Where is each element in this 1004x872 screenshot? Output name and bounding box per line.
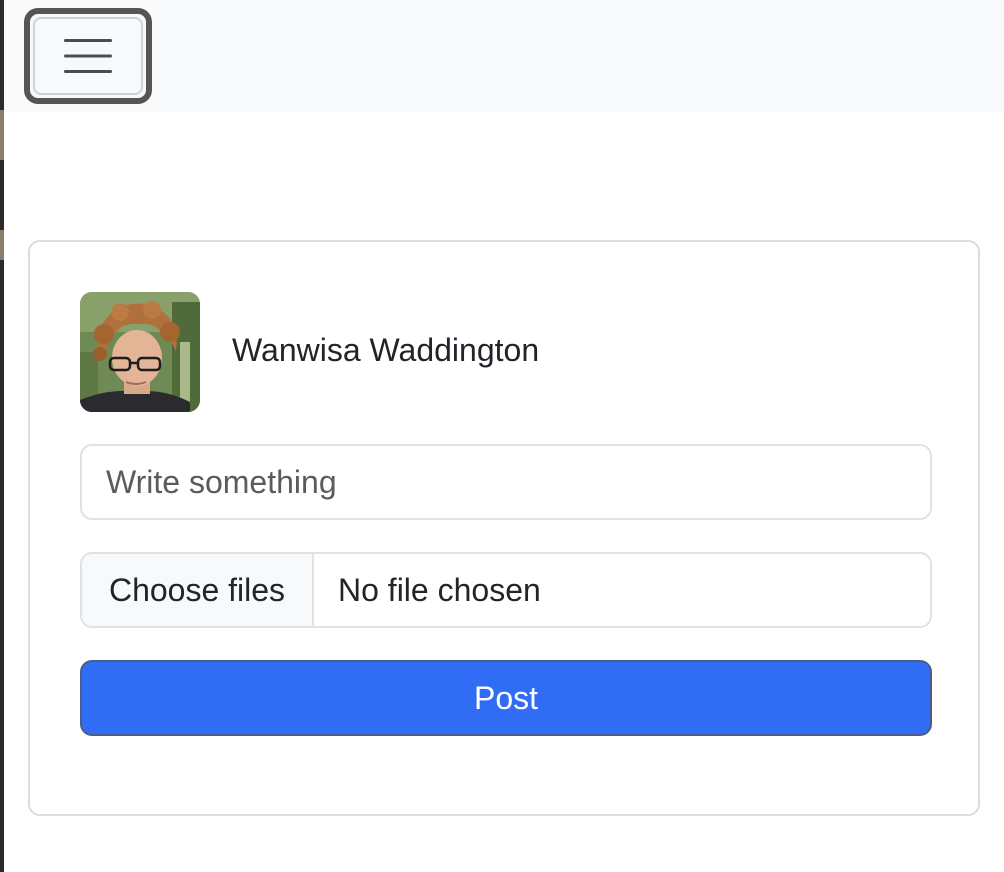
file-input[interactable]: Choose files No file chosen: [80, 552, 932, 628]
avatar[interactable]: [80, 292, 200, 412]
window-edge-highlight: [0, 110, 4, 160]
user-photo: [80, 292, 200, 412]
navbar: [4, 0, 1004, 112]
create-post-card: Wanwisa Waddington Choose files No file …: [28, 240, 980, 816]
window-edge-highlight: [0, 230, 4, 260]
post-text-input[interactable]: [80, 444, 932, 520]
navbar-toggler-button[interactable]: [24, 8, 152, 104]
post-button[interactable]: Post: [80, 660, 932, 736]
file-status-text: No file chosen: [338, 571, 541, 608]
choose-files-button[interactable]: Choose files: [82, 554, 314, 626]
author-name: Wanwisa Waddington: [232, 332, 540, 368]
navbar-toggler-inner: [33, 17, 143, 95]
hamburger-menu-icon: [64, 39, 112, 73]
